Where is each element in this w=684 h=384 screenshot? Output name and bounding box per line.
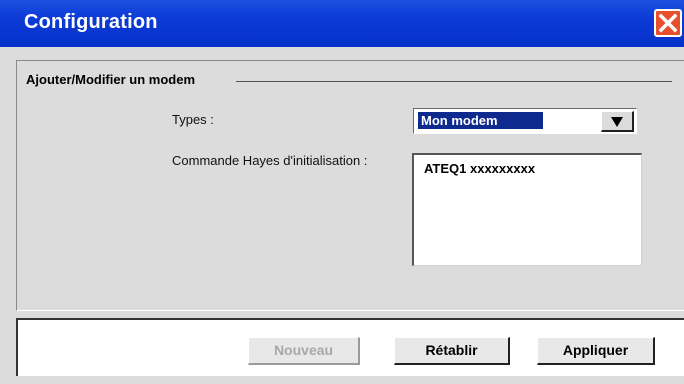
types-dropdown[interactable]: Mon modem <box>413 108 637 134</box>
close-button[interactable] <box>654 9 682 37</box>
group-title: Ajouter/Modifier un modem <box>26 72 195 87</box>
dropdown-arrow-button[interactable] <box>601 111 634 132</box>
apply-button[interactable]: Appliquer <box>537 337 655 365</box>
types-selected-value: Mon modem <box>418 112 543 129</box>
hayes-command-field[interactable]: ATEQ1 xxxxxxxxx <box>412 153 642 266</box>
new-button[interactable]: Nouveau <box>248 337 360 365</box>
types-label: Types : <box>172 112 214 127</box>
hayes-command-label: Commande Hayes d'initialisation : <box>172 153 368 168</box>
group-divider <box>236 81 672 82</box>
close-icon <box>658 13 678 33</box>
title-bar: Configuration <box>0 0 684 47</box>
reset-button[interactable]: Rétablir <box>394 337 510 365</box>
chevron-down-icon <box>611 117 623 127</box>
window-title: Configuration <box>24 11 158 33</box>
